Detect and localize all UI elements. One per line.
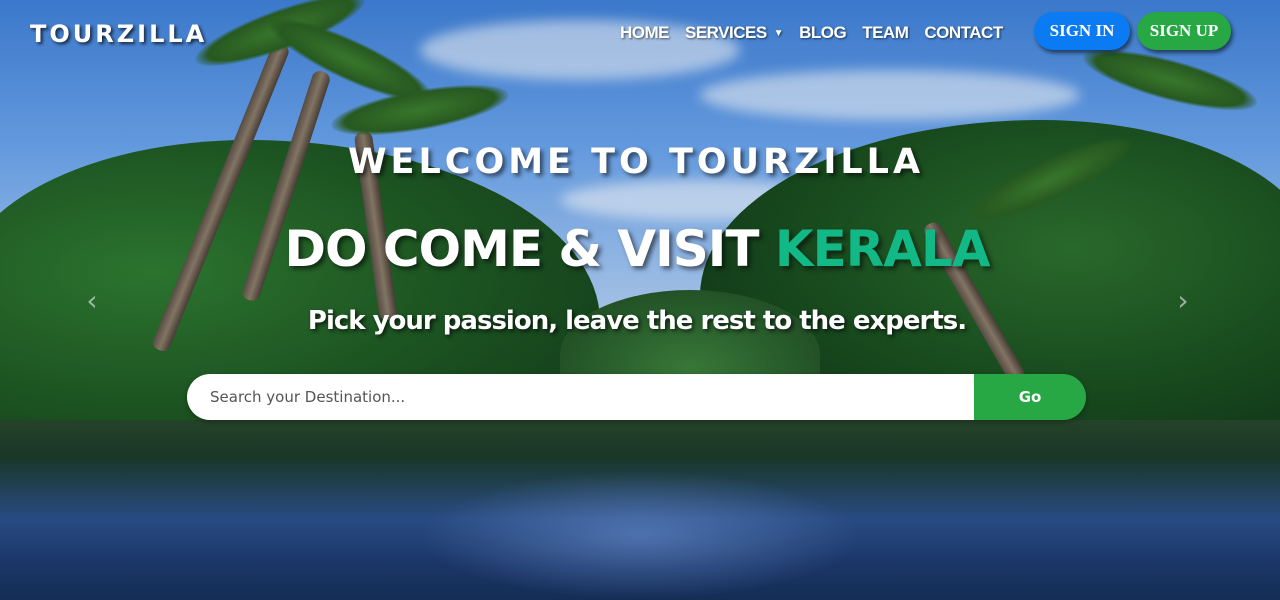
sign-in-button[interactable]: SIGN IN [1034, 12, 1130, 50]
go-button[interactable]: Go [974, 374, 1086, 420]
headline-highlight: KERALA [774, 220, 991, 278]
hero-headline: DO COME & VISIT KERALA [0, 220, 1274, 278]
hero-tagline: Pick your passion, leave the rest to the… [307, 306, 967, 336]
nav-blog[interactable]: BLOG [799, 23, 847, 43]
caret-down-icon: ▼ [773, 28, 784, 39]
welcome-heading: WELCOME TO TOURZILLA [347, 142, 925, 182]
sign-up-button[interactable]: SIGN UP [1137, 12, 1231, 50]
overlay [0, 0, 1280, 600]
site-logo[interactable]: TOURZILLA [30, 20, 207, 48]
headline-prefix: DO COME & VISIT [284, 220, 775, 278]
search-bar: Go [187, 374, 1086, 420]
nav-services[interactable]: SERVICES ▼ [685, 23, 784, 43]
nav-services-label: SERVICES [685, 23, 767, 42]
main-nav: HOME SERVICES ▼ BLOG TEAM CONTACT [620, 23, 1003, 43]
nav-contact[interactable]: CONTACT [924, 23, 1003, 43]
nav-home[interactable]: HOME [620, 23, 670, 43]
nav-team[interactable]: TEAM [862, 23, 909, 43]
hero-background-image [0, 0, 1280, 600]
search-input[interactable] [187, 374, 974, 420]
